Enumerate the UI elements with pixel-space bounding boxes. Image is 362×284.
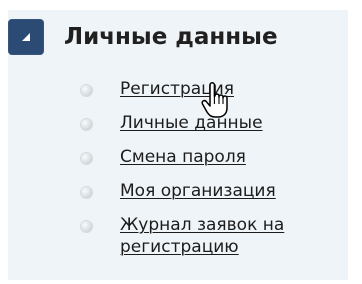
bullet-icon (81, 187, 92, 198)
personal-data-link[interactable]: Личные данные (120, 113, 263, 133)
menu-item-my-organization[interactable]: Моя организация (78, 180, 340, 214)
bullet-icon (81, 119, 92, 130)
registration-link[interactable]: Регистрация (120, 79, 234, 99)
change-password-link[interactable]: Смена пароля (120, 147, 246, 167)
section-title: Личные данные (64, 24, 278, 50)
bullet-icon (81, 85, 92, 96)
registration-requests-log-link[interactable]: Журнал заявок на регистрацию (120, 215, 284, 257)
collapse-toggle-button[interactable] (8, 19, 44, 55)
my-organization-link[interactable]: Моя организация (120, 181, 276, 201)
menu-item-registration[interactable]: Регистрация (78, 78, 340, 112)
bullet-icon (81, 221, 92, 232)
collapse-arrow-icon (22, 33, 30, 41)
personal-data-menu: Регистрация Личные данные Смена пароля М… (78, 78, 340, 258)
bullet-icon (81, 153, 92, 164)
section-header[interactable]: Личные данные (8, 14, 278, 60)
menu-item-change-password[interactable]: Смена пароля (78, 146, 340, 180)
menu-item-personal-data[interactable]: Личные данные (78, 112, 340, 146)
menu-item-registration-requests-log[interactable]: Журнал заявок на регистрацию (78, 214, 340, 258)
